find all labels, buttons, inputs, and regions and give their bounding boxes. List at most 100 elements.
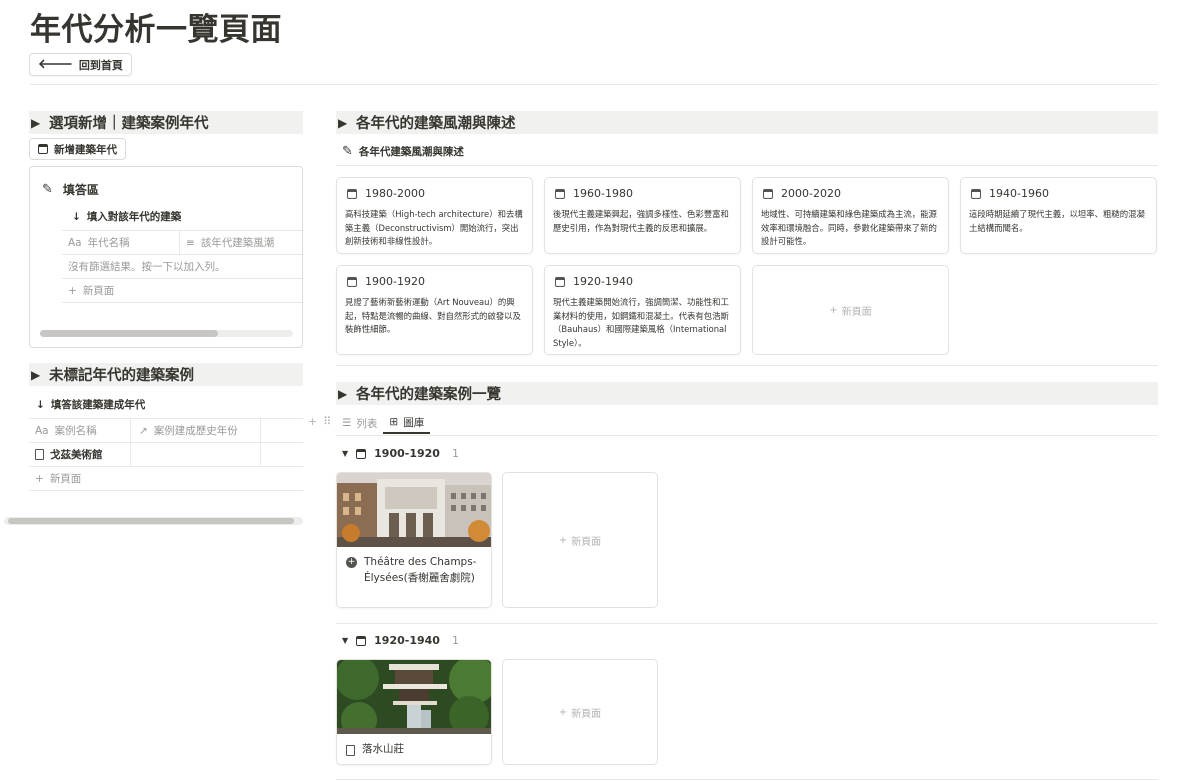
case-name: 戈茲美術館 — [50, 449, 103, 461]
arrow-down-icon: ↓ — [72, 210, 81, 223]
tab-list[interactable]: ☰ 列表 — [336, 412, 383, 434]
collapse-triangle-icon[interactable]: ▼ — [342, 636, 348, 645]
era-card-1960-1980[interactable]: 1960-1980 後現代主義建築興起，強調多樣性、色彩豐富和歷史引用，作為對現… — [544, 177, 741, 254]
calendar-icon — [555, 188, 565, 199]
divider — [336, 623, 1158, 624]
calendar-icon — [347, 188, 357, 199]
heading-unlabeled-label: 未標記年代的建築案例 — [49, 368, 194, 384]
form-subtitle-label: 填入對該年代的建築 — [86, 211, 182, 223]
calendar-icon — [971, 188, 981, 199]
column-header-era-trend[interactable]: ≡ 該年代建築風潮 — [180, 231, 274, 254]
column-label: 年代名稱 — [87, 237, 130, 249]
text-type-icon: Aa — [68, 236, 82, 249]
list-icon: ☰ — [342, 417, 352, 429]
card-title-row: 落水山莊 — [337, 734, 491, 758]
plus-icon: + — [558, 706, 568, 718]
toggle-triangle-icon[interactable]: ▶ — [338, 387, 352, 401]
drag-handle-icon[interactable]: ⠿ — [323, 415, 331, 428]
tab-gallery[interactable]: ⊞ 圖庫 — [383, 412, 431, 434]
gallery-new-page-card[interactable]: + 新頁面 — [502, 659, 658, 765]
plus-icon: + — [558, 534, 568, 546]
case-subtitle-label: 填答該建築建成年代 — [50, 399, 146, 411]
era-card-title: 1960-1980 — [573, 187, 633, 200]
group-count: 1 — [451, 447, 459, 460]
divider — [336, 365, 1158, 366]
gallery-new-page-card[interactable]: + 新頁面 — [502, 472, 658, 608]
add-era-label: 新增建築年代 — [54, 143, 117, 156]
toggle-triangle-icon[interactable]: ▶ — [31, 116, 45, 130]
heading-options-label: 選項新增｜建築案例年代 — [49, 116, 209, 132]
calendar-icon — [38, 144, 48, 154]
group-header-1900-1920[interactable]: ▼ 1900-1920 1 — [342, 447, 459, 460]
new-row-label: 新頁面 — [49, 473, 82, 485]
gallery-card-theatre[interactable]: + Théâtre des Champs-Élysées(香榭麗舍劇院) — [336, 472, 492, 608]
calendar-icon — [347, 276, 357, 287]
block-handle[interactable]: + ⠿ — [308, 415, 331, 428]
era-card-1980-2000[interactable]: 1980-2000 高科技建築（High-tech architecture）和… — [336, 177, 533, 254]
toggle-heading-era-trends[interactable]: ▶ 各年代的建築風潮與陳述 — [336, 111, 1158, 134]
plus-icon: + — [35, 472, 44, 485]
toggle-triangle-icon[interactable]: ▶ — [31, 368, 45, 382]
tab-gallery-label: 圖庫 — [403, 416, 425, 429]
era-card-2000-2020[interactable]: 2000-2020 地域性、可持續建築和綠色建築成為主流，能源效率和環境融合。同… — [752, 177, 949, 254]
era-card-title: 1920-1940 — [573, 275, 633, 288]
card-title: 落水山莊 — [362, 743, 404, 755]
new-row-button[interactable]: + 新頁面 — [29, 467, 303, 491]
unlabeled-cases-table: Aa 案例名稱 ↗ 案例建成歷史年份 戈茲美術館 + 新頁面 — [29, 418, 303, 491]
column-header-case-name[interactable]: Aa 案例名稱 — [29, 419, 131, 442]
new-row-button[interactable]: + 新頁面 — [62, 279, 302, 303]
era-form-table: Aa 年代名稱 ≡ 該年代建築風潮 沒有篩選結果。按一下以加入列。 + 新頁面 — [62, 230, 302, 303]
collapse-triangle-icon[interactable]: ▼ — [342, 449, 348, 458]
new-page-label: 新頁面 — [841, 306, 872, 318]
era-card-title: 1900-1920 — [365, 275, 425, 288]
add-era-button[interactable]: 新增建築年代 — [29, 138, 126, 160]
group-label: 1920-1940 — [374, 634, 440, 647]
new-page-label: 新頁面 — [571, 536, 602, 548]
add-block-icon[interactable]: + — [308, 415, 317, 428]
era-card-desc: 見證了藝術新藝術運動（Art Nouveau）的興起，特點是流暢的曲線、對自然形… — [345, 297, 521, 334]
column-header-era-name[interactable]: Aa 年代名稱 — [62, 231, 180, 254]
gallery-card-fallingwater[interactable]: 落水山莊 — [336, 659, 492, 765]
form-title: ✎ 填答區 — [42, 181, 99, 198]
divider — [336, 435, 1158, 436]
divider — [336, 779, 1158, 780]
form-callout: ✎ 填答區 ↓ 填入對該年代的建築 Aa 年代名稱 ≡ 該年代建築風潮 沒有篩選… — [29, 166, 303, 348]
calendar-icon — [356, 448, 367, 459]
plus-icon: + — [68, 284, 77, 297]
era-database-title[interactable]: ✎ 各年代建築風潮與陳述 — [342, 144, 464, 159]
back-home-label: 回到首頁 — [78, 58, 123, 72]
table-header: Aa 案例名稱 ↗ 案例建成歷史年份 — [29, 419, 303, 443]
era-new-page-card[interactable]: + 新頁面 — [752, 265, 949, 355]
heading-cases-label: 各年代的建築案例一覽 — [356, 387, 501, 403]
empty-filter-message[interactable]: 沒有篩選結果。按一下以加入列。 — [62, 255, 302, 279]
column-header-case-year[interactable]: ↗ 案例建成歷史年份 — [131, 419, 261, 442]
divider — [30, 84, 1158, 85]
table-row[interactable]: 戈茲美術館 — [29, 443, 303, 467]
era-card-1940-1960[interactable]: 1940-1960 這段時期延續了現代主義，以坦率、粗糙的混凝土結構而聞名。 — [960, 177, 1157, 254]
heading-era-trends-label: 各年代的建築風潮與陳述 — [356, 116, 516, 132]
toggle-heading-options[interactable]: ▶ 選項新增｜建築案例年代 — [29, 111, 303, 134]
group-header-1920-1940[interactable]: ▼ 1920-1940 1 — [342, 634, 459, 647]
era-card-1920-1940[interactable]: 1920-1940 現代主義建築開始流行，強調簡潔、功能性和工業材料的使用，如鋼… — [544, 265, 741, 355]
card-title: Théâtre des Champs-Élysées(香榭麗舍劇院) — [364, 556, 477, 584]
relation-arrow-icon: ↗ — [139, 424, 148, 437]
page-icon — [35, 449, 44, 460]
toggle-heading-cases[interactable]: ▶ 各年代的建築案例一覽 — [336, 382, 1158, 405]
scrollbar-thumb[interactable] — [40, 330, 218, 337]
arrow-down-icon: ↓ — [36, 398, 45, 411]
plus-circle-icon: + — [346, 557, 357, 568]
era-card-desc: 後現代主義建築興起，強調多樣性、色彩豐富和歷史引用，作為對現代主義的反思和擴展。 — [553, 209, 729, 233]
theatre-cover-image — [337, 473, 491, 547]
toggle-heading-unlabeled[interactable]: ▶ 未標記年代的建築案例 — [29, 363, 303, 386]
back-home-button[interactable]: 🡐 回到首頁 — [29, 53, 132, 76]
edit-icon: ✎ — [42, 182, 53, 197]
case-year-cell[interactable] — [131, 443, 261, 466]
scrollbar-thumb[interactable] — [8, 518, 294, 524]
era-card-1900-1920[interactable]: 1900-1920 見證了藝術新藝術運動（Art Nouveau）的興起，特點是… — [336, 265, 533, 355]
new-row-label: 新頁面 — [82, 285, 115, 297]
toggle-triangle-icon[interactable]: ▶ — [338, 116, 352, 130]
era-card-title: 2000-2020 — [781, 187, 841, 200]
era-card-title: 1940-1960 — [989, 187, 1049, 200]
case-name-cell[interactable]: 戈茲美術館 — [29, 443, 131, 466]
column-label: 該年代建築風潮 — [200, 237, 275, 249]
